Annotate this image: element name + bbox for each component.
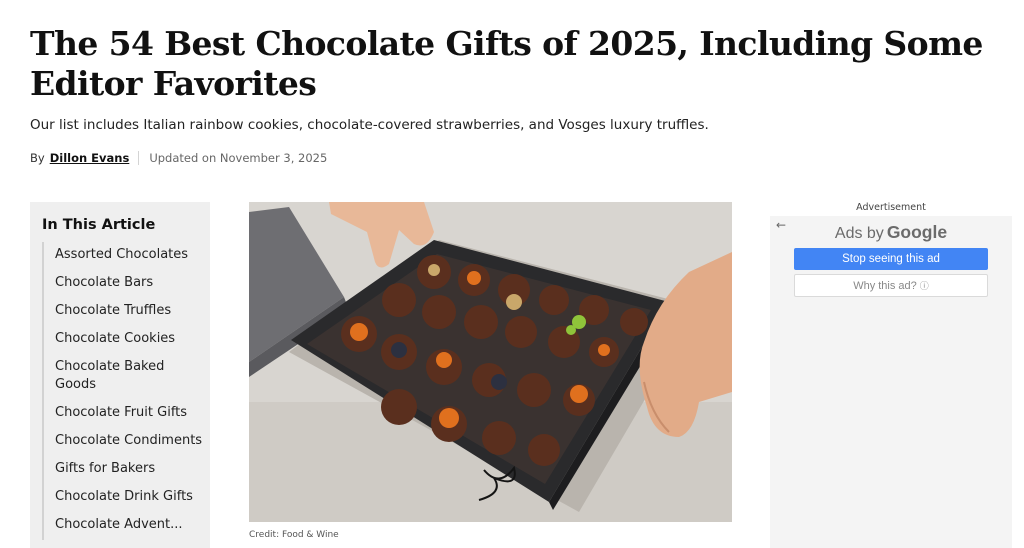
toc-item-chocolate-cookies[interactable]: Chocolate Cookies <box>44 326 204 354</box>
toc-item-chocolate-truffles[interactable]: Chocolate Truffles <box>44 298 204 326</box>
toc-item-chocolate-condiments[interactable]: Chocolate Condiments <box>44 428 204 456</box>
ad-panel: ← Ads by Google Stop seeing this ad Why t… <box>770 216 1012 548</box>
updated-date: Updated on November 3, 2025 <box>149 151 328 165</box>
table-of-contents: In This Article Assorted Chocolates Choc… <box>30 202 210 548</box>
advertisement-label: Advertisement <box>856 202 926 213</box>
toc-item-chocolate-bars[interactable]: Chocolate Bars <box>44 270 204 298</box>
toc-heading: In This Article <box>42 217 156 233</box>
byline-divider <box>138 151 140 165</box>
toc-item-assorted-chocolates[interactable]: Assorted Chocolates <box>44 242 204 270</box>
ads-by-google: Ads by Google <box>794 222 988 243</box>
byline: By Dillon Evans Updated on November 3, 2… <box>30 151 327 165</box>
hero-image <box>249 202 732 522</box>
toc-item-chocolate-baked-goods[interactable]: Chocolate Baked Goods <box>44 354 204 400</box>
info-icon: ⓘ <box>919 281 929 291</box>
stop-seeing-ad-button[interactable]: Stop seeing this ad <box>794 248 988 270</box>
back-arrow-icon[interactable]: ← <box>776 218 786 232</box>
author-link[interactable]: Dillon Evans <box>50 151 130 165</box>
google-logo: Google <box>886 222 948 242</box>
image-credit: Credit: Food & Wine <box>249 530 339 540</box>
why-this-ad-label: Why this ad? <box>853 279 917 292</box>
article-title: The 54 Best Chocolate Gifts of 2025, Inc… <box>30 24 983 103</box>
byline-by: By <box>30 151 45 165</box>
article-subtitle: Our list includes Italian rainbow cookie… <box>30 117 709 133</box>
toc-list: Assorted Chocolates Chocolate Bars Choco… <box>42 242 204 540</box>
toc-item-chocolate-advent[interactable]: Chocolate Advent... <box>44 512 204 540</box>
toc-item-chocolate-drink-gifts[interactable]: Chocolate Drink Gifts <box>44 484 204 512</box>
why-this-ad-button[interactable]: Why this ad? ⓘ <box>794 274 988 297</box>
ads-by-label: Ads by <box>834 225 884 242</box>
toc-item-gifts-for-bakers[interactable]: Gifts for Bakers <box>44 456 204 484</box>
toc-item-chocolate-fruit-gifts[interactable]: Chocolate Fruit Gifts <box>44 400 204 428</box>
